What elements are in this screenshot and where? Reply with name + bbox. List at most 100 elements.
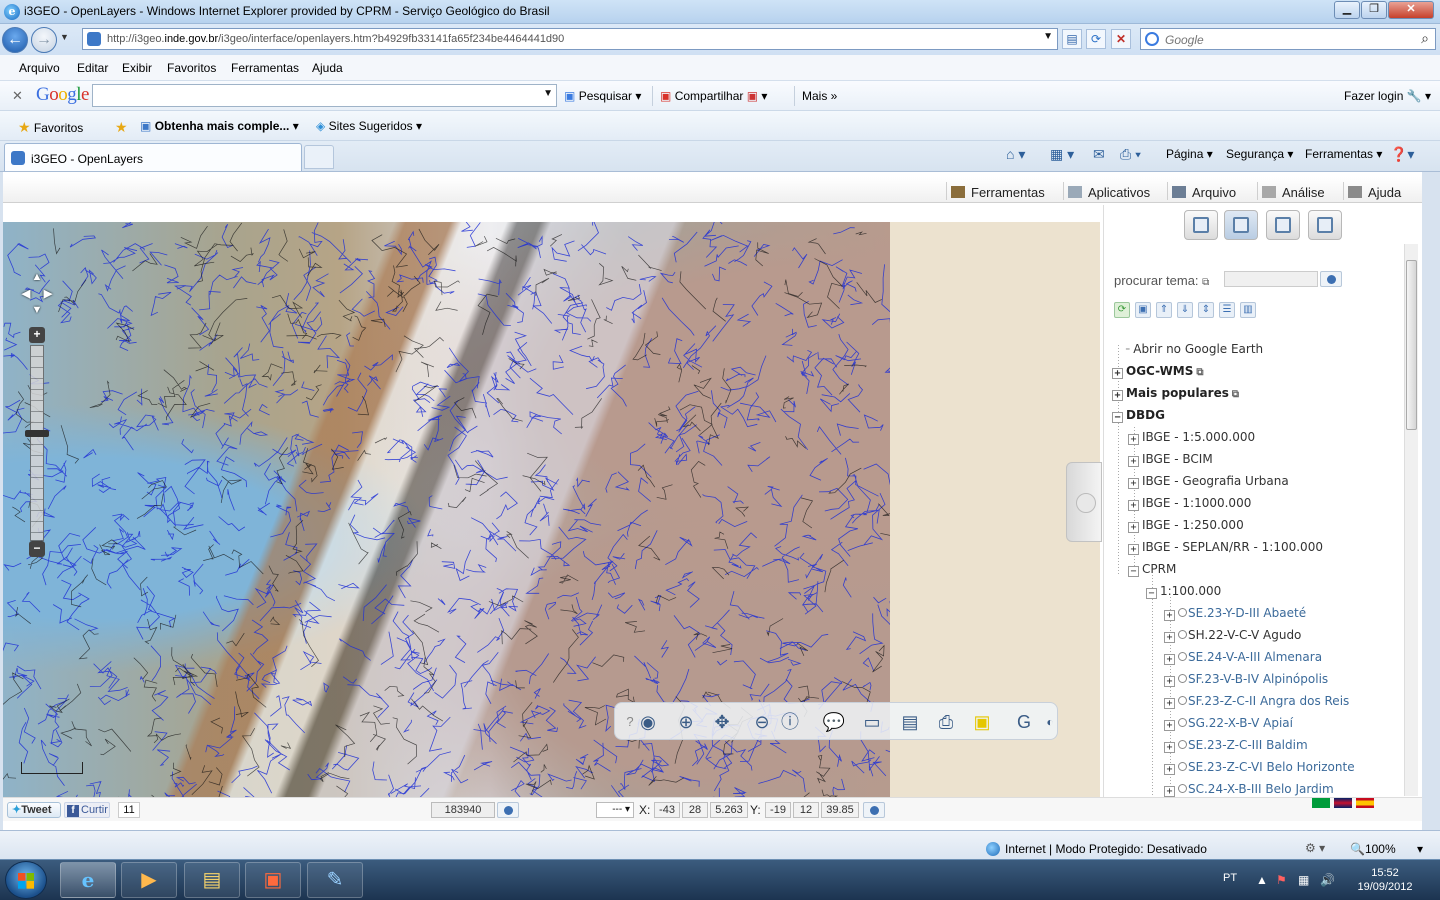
measure-distance-icon[interactable]: ▭ <box>859 709 885 735</box>
expand-icon[interactable]: + <box>1164 786 1175 797</box>
powerpoint-taskbar-icon[interactable]: ▣ <box>245 862 301 898</box>
expand-icon[interactable]: + <box>1128 434 1139 445</box>
tree-group-dbdg[interactable]: − DBDG <box>1112 408 1165 426</box>
network-icon[interactable]: ▦ <box>1298 873 1309 887</box>
mail-icon[interactable]: ✉ <box>1093 146 1105 163</box>
print-icon[interactable]: ⎙ ▾ <box>1120 146 1141 163</box>
tree-item-google-earth[interactable]: ╴Abrir no Google Earth <box>1126 342 1263 360</box>
move-up-icon[interactable]: ⇑ <box>1156 302 1172 318</box>
y-minutes[interactable]: 12 <box>793 802 819 818</box>
layer-radio[interactable] <box>1178 630 1187 639</box>
close-toolbar-icon[interactable]: ✕ <box>12 88 23 104</box>
refresh-tree-icon[interactable]: ⟳ <box>1114 302 1130 318</box>
measure-area-icon[interactable]: ▤ <box>897 709 923 735</box>
coordinate-format-select[interactable]: --- ▾ <box>596 802 634 818</box>
external-link-icon[interactable]: ⧉ <box>1196 367 1203 378</box>
address-bar[interactable]: http://i3geo.inde.gov.br/i3geo/interface… <box>82 28 1058 50</box>
expand-icon[interactable]: + <box>1112 368 1123 379</box>
minimize-button[interactable]: ▁ <box>1334 1 1360 19</box>
table-icon[interactable]: ▥ <box>1240 302 1256 318</box>
upload-icon[interactable]: ▣ <box>1135 302 1151 318</box>
flag-uk-icon[interactable] <box>1334 798 1352 808</box>
volume-icon[interactable]: 🔊 <box>1320 873 1335 887</box>
google-icon[interactable]: G <box>1011 709 1037 735</box>
layer-radio[interactable] <box>1178 740 1187 749</box>
zoom-out-tool-icon[interactable]: ⊖ <box>749 709 775 735</box>
expand-icon[interactable]: + <box>1164 720 1175 731</box>
panel-toggle-handle[interactable] <box>1066 462 1102 542</box>
app-menu-ferramentas[interactable]: Ferramentas <box>951 185 1045 200</box>
mais-button[interactable]: Mais » <box>802 89 837 103</box>
help-icon[interactable]: ❓▾ <box>1390 146 1414 163</box>
y-seconds[interactable]: 39.85 <box>821 802 859 818</box>
seguranca-menu[interactable]: Segurança ▾ <box>1226 147 1293 161</box>
compartilhar-button[interactable]: ▣ Compartilhar ▣ ▾ <box>660 89 767 103</box>
expand-icon[interactable]: + <box>1128 456 1139 467</box>
menu-editar[interactable]: Editar <box>77 61 108 75</box>
expand-icon[interactable]: + <box>1164 676 1175 687</box>
panel-scrollbar[interactable] <box>1404 244 1418 796</box>
tree-sheet-item[interactable]: + SE.23-Z-C-VI Belo Horizonte <box>1164 760 1355 778</box>
layer-radio[interactable] <box>1178 762 1187 771</box>
search-theme-input[interactable] <box>1224 271 1318 287</box>
expand-icon[interactable]: + <box>1112 390 1123 401</box>
address-url[interactable]: http://i3geo.inde.gov.br/i3geo/interface… <box>107 33 564 45</box>
chevron-down-icon[interactable]: ▼ <box>543 88 553 99</box>
y-degrees[interactable]: -19 <box>765 802 791 818</box>
zoom-slider-handle[interactable] <box>25 430 49 437</box>
tab-i3geo[interactable]: i3GEO - OpenLayers <box>4 143 302 171</box>
pan-icon[interactable]: ✥ <box>709 709 735 735</box>
compatibility-view-button[interactable]: ▤ <box>1062 29 1082 49</box>
move-down-icon[interactable]: ⇓ <box>1177 302 1193 318</box>
tree-item-ibge-1000000[interactable]: + IBGE - 1:1000.000 <box>1128 496 1251 514</box>
tree-sheet-item[interactable]: + SG.22-X-B-V Apiaí <box>1164 716 1293 734</box>
pan-up-icon[interactable]: ▲ <box>30 270 44 284</box>
tree-group-mais-populares[interactable]: + Mais populares ⧉ <box>1112 386 1239 404</box>
menu-ajuda[interactable]: Ajuda <box>312 61 343 75</box>
menu-favoritos[interactable]: Favoritos <box>167 61 216 75</box>
tree-sheet-item[interactable]: + SE.23-Z-C-III Baldim <box>1164 738 1308 756</box>
tree-sheet-item[interactable]: + SE.23-Y-D-III Abaeté <box>1164 606 1306 624</box>
close-window-button[interactable]: ✕ <box>1388 1 1434 19</box>
tree-item-ibge-geografia-urbana[interactable]: + IBGE - Geografia Urbana <box>1128 474 1289 492</box>
history-dropdown[interactable]: ▼ <box>60 32 69 42</box>
menu-exibir[interactable]: Exibir <box>122 61 152 75</box>
expand-icon[interactable]: + <box>1128 478 1139 489</box>
start-button[interactable] <box>5 861 47 899</box>
layer-radio[interactable] <box>1178 674 1187 683</box>
facebook-like-button[interactable]: f Curtir <box>64 802 110 818</box>
media-player-taskbar-icon[interactable]: ▶ <box>121 862 177 898</box>
tree-sheet-item[interactable]: + SC.24-X-B-III Belo Jardim <box>1164 782 1334 797</box>
action-center-icon[interactable]: ⚑ <box>1276 873 1287 887</box>
identify-icon[interactable]: ⓘ <box>777 709 803 735</box>
popup-blocker-icon[interactable]: ⚙ ▾ <box>1305 841 1325 855</box>
layer-radio[interactable] <box>1178 718 1187 727</box>
x-seconds[interactable]: 5.263 <box>710 802 748 818</box>
flag-spain-icon[interactable] <box>1356 798 1374 808</box>
external-link-icon[interactable]: ⧉ <box>1232 389 1239 400</box>
fazer-login-link[interactable]: Fazer login 🔧 ▾ <box>1344 89 1431 103</box>
layer-radio[interactable] <box>1178 696 1187 705</box>
expand-icon[interactable]: + <box>1128 500 1139 511</box>
favorite-sites-sugeridos[interactable]: ◈ Sites Sugeridos ▾ <box>316 119 422 133</box>
search-input[interactable]: Google <box>1165 33 1204 47</box>
expand-icon[interactable]: + <box>1164 610 1175 621</box>
feeds-icon[interactable]: ▦ ▾ <box>1050 146 1074 163</box>
search-icon[interactable]: ⌕ <box>1421 30 1429 47</box>
app-menu-analise[interactable]: Análise <box>1262 185 1325 200</box>
back-button[interactable]: ← <box>2 27 28 53</box>
tree-item-ibge-seplan-rr[interactable]: + IBGE - SEPLAN/RR - 1:100.000 <box>1128 540 1323 558</box>
tree-item-cprm-100000[interactable]: −1:100.000 <box>1146 584 1221 602</box>
toolbar-scroll-icon[interactable]: ◐ <box>1037 709 1063 735</box>
google-search-input[interactable]: ▼ <box>92 84 557 107</box>
tree-sheet-item[interactable]: + SF.23-Z-C-II Angra dos Reis <box>1164 694 1349 712</box>
collapse-icon[interactable]: − <box>1128 566 1139 577</box>
zoom-level[interactable]: 🔍100% ▾ <box>1350 842 1423 856</box>
favorite-obtenha[interactable]: ▣ Obtenha mais comple... ▾ <box>140 119 299 133</box>
ie-taskbar-icon[interactable]: e <box>60 862 116 898</box>
app-menu-arquivo[interactable]: Arquivo <box>1172 185 1236 200</box>
expand-icon[interactable]: + <box>1164 742 1175 753</box>
scale-go-button[interactable] <box>497 802 519 818</box>
pesquisar-button[interactable]: ▣ Pesquisar ▾ <box>564 89 641 103</box>
security-zone[interactable]: Internet | Modo Protegido: Desativado <box>986 842 1207 856</box>
